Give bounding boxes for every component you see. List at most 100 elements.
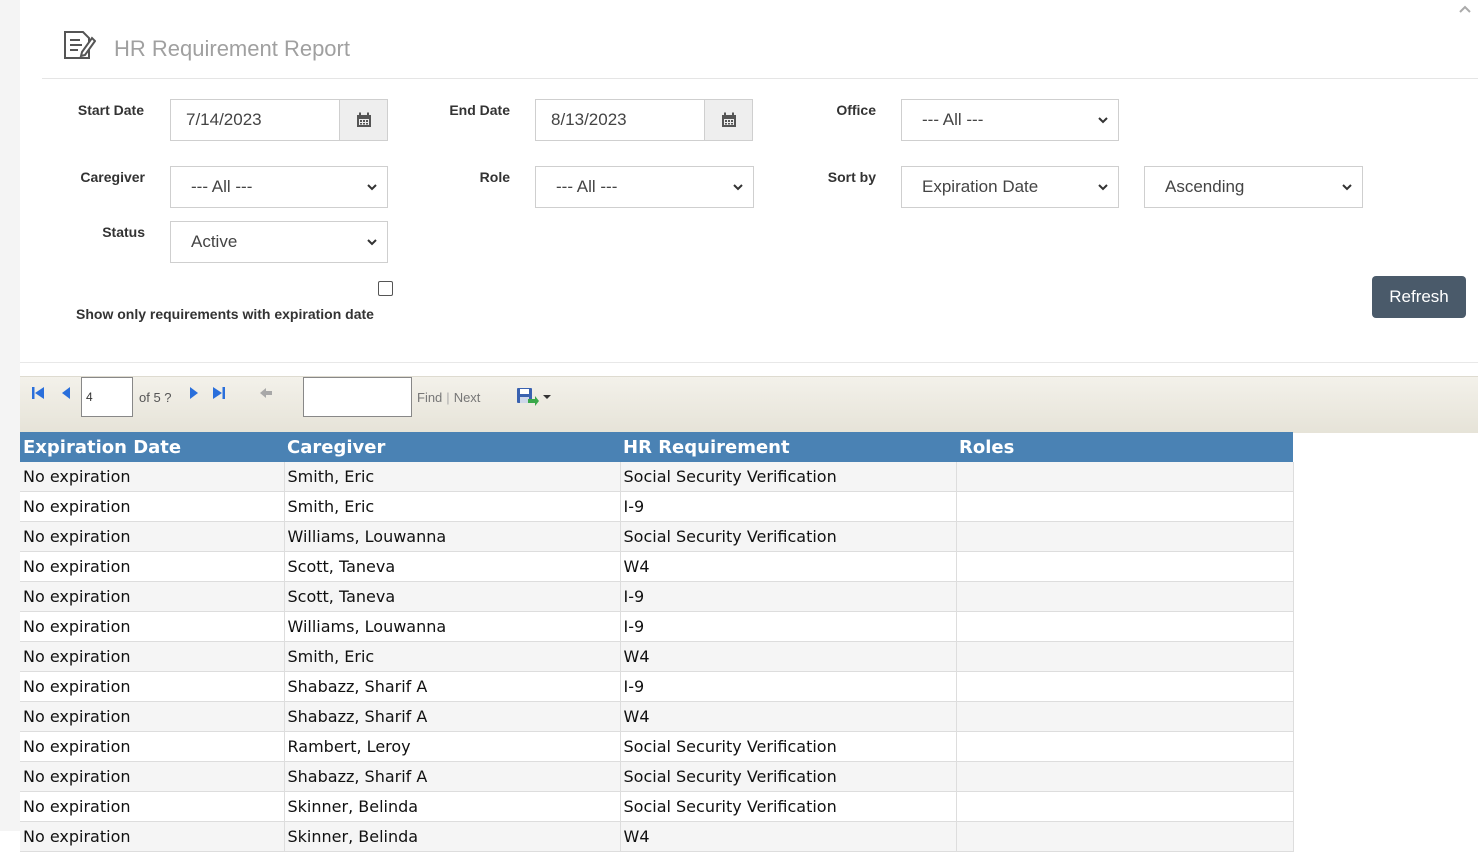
chevron-down-icon: [1098, 184, 1108, 191]
caregiver-select[interactable]: --- All ---: [170, 166, 388, 208]
cell-hr-requirement: Social Security Verification: [620, 761, 957, 792]
cell-caregiver: Smith, Eric: [284, 462, 621, 492]
table-row: No expiration Smith, Eric Social Security …: [20, 462, 1294, 492]
report-table: Expiration Date Caregiver HR Requirement…: [20, 432, 1294, 852]
cell-hr-requirement: I-9: [620, 671, 957, 702]
cell-hr-requirement: I-9: [620, 581, 957, 612]
cell-hr-requirement: Social Security Verification: [620, 731, 957, 762]
filter-panel: HR Requirement Report Start Date 7/14/20…: [20, 0, 1478, 363]
cell-hr-requirement: Social Security Verification: [620, 791, 957, 822]
table-row: No expiration Shabazz, Sharif A W4: [20, 701, 1294, 732]
cell-caregiver: Shabazz, Sharif A: [284, 701, 621, 732]
calendar-icon: [356, 112, 371, 127]
cell-roles: [956, 521, 1294, 552]
chevron-down-icon: [367, 184, 377, 191]
cell-roles: [956, 462, 1294, 492]
chevron-down-icon: [733, 184, 743, 191]
cell-expiration-date: No expiration: [20, 671, 285, 702]
left-gutter: [0, 0, 20, 831]
calendar-icon: [721, 112, 736, 127]
sort-by-label: Sort by: [827, 169, 876, 185]
start-date-input[interactable]: 7/14/2023: [170, 99, 340, 141]
cell-caregiver: Smith, Eric: [284, 491, 621, 522]
find-links: Find | Next: [417, 390, 481, 405]
end-date-calendar-button[interactable]: [704, 99, 753, 141]
cell-caregiver: Shabazz, Sharif A: [284, 761, 621, 792]
report-edit-icon: [62, 26, 97, 62]
cell-hr-requirement: W4: [620, 821, 957, 852]
status-label: Status: [102, 224, 145, 240]
caregiver-select-value: --- All ---: [191, 177, 253, 196]
chevron-down-icon: [1098, 117, 1108, 124]
table-row: No expiration Smith, Eric W4: [20, 641, 1294, 672]
role-label: Role: [479, 169, 510, 185]
table-row: No expiration Scott, Taneva W4: [20, 551, 1294, 582]
office-select[interactable]: --- All ---: [901, 99, 1119, 141]
role-select[interactable]: --- All ---: [535, 166, 754, 208]
page-number-input[interactable]: 4: [81, 377, 133, 417]
next-page-icon[interactable]: [186, 385, 202, 401]
cell-expiration-date: No expiration: [20, 462, 285, 492]
cell-caregiver: Williams, Louwanna: [284, 521, 621, 552]
caregiver-label: Caregiver: [80, 169, 145, 185]
table-row: No expiration Williams, Louwanna I-9: [20, 611, 1294, 642]
cell-roles: [956, 821, 1294, 852]
column-header-caregiver[interactable]: Caregiver: [284, 432, 620, 462]
back-arrow-icon[interactable]: [258, 385, 274, 401]
table-row: No expiration Shabazz, Sharif A I-9: [20, 671, 1294, 702]
column-header-roles[interactable]: Roles: [956, 432, 1293, 462]
office-label: Office: [836, 102, 876, 118]
previous-page-icon[interactable]: [58, 385, 74, 401]
end-date-input[interactable]: 8/13/2023: [535, 99, 705, 141]
table-body: No expiration Smith, Eric Social Security …: [20, 462, 1294, 852]
cell-hr-requirement: W4: [620, 641, 957, 672]
status-select-value: Active: [191, 232, 238, 251]
table-row: No expiration Scott, Taneva I-9: [20, 581, 1294, 612]
start-date-label: Start Date: [77, 102, 144, 118]
cell-roles: [956, 761, 1294, 792]
cell-caregiver: Shabazz, Sharif A: [284, 671, 621, 702]
table-row: No expiration Smith, Eric I-9: [20, 491, 1294, 522]
title-divider: [42, 78, 1478, 79]
find-text-input[interactable]: [303, 377, 412, 417]
table-row: No expiration Skinner, Belinda W4: [20, 821, 1294, 852]
sort-by-select[interactable]: Expiration Date: [901, 166, 1119, 208]
cell-hr-requirement: W4: [620, 551, 957, 582]
sort-order-select[interactable]: Ascending: [1144, 166, 1363, 208]
page-count-label: of 5 ?: [139, 390, 172, 405]
column-header-expiration-date[interactable]: Expiration Date: [20, 432, 284, 462]
last-page-icon[interactable]: [211, 385, 227, 401]
refresh-button[interactable]: Refresh: [1372, 276, 1466, 318]
cell-roles: [956, 641, 1294, 672]
column-header-hr-requirement[interactable]: HR Requirement: [620, 432, 956, 462]
find-link[interactable]: Find: [417, 390, 442, 405]
cell-expiration-date: No expiration: [20, 551, 285, 582]
cell-expiration-date: No expiration: [20, 791, 285, 822]
cell-caregiver: Skinner, Belinda: [284, 821, 621, 852]
cell-roles: [956, 791, 1294, 822]
cell-expiration-date: No expiration: [20, 761, 285, 792]
cell-expiration-date: No expiration: [20, 581, 285, 612]
sort-by-select-value: Expiration Date: [922, 177, 1039, 196]
table-row: No expiration Williams, Louwanna Social Se…: [20, 521, 1294, 552]
cell-expiration-date: No expiration: [20, 521, 285, 552]
cell-expiration-date: No expiration: [20, 821, 285, 852]
start-date-calendar-button[interactable]: [339, 99, 388, 141]
cell-hr-requirement: I-9: [620, 491, 957, 522]
export-save-icon[interactable]: [516, 387, 556, 407]
expiration-only-checkbox[interactable]: [378, 281, 393, 296]
table-row: No expiration Shabazz, Sharif A Social Sec…: [20, 761, 1294, 792]
cell-caregiver: Scott, Taneva: [284, 551, 621, 582]
next-link[interactable]: Next: [454, 390, 481, 405]
cell-caregiver: Scott, Taneva: [284, 581, 621, 612]
expiration-only-label: Show only requirements with expiration d…: [76, 306, 374, 322]
cell-expiration-date: No expiration: [20, 731, 285, 762]
office-select-value: --- All ---: [922, 110, 984, 129]
cell-roles: [956, 671, 1294, 702]
collapse-chevron-up-icon[interactable]: [1458, 2, 1474, 16]
table-row: No expiration Rambert, Leroy Social Securi…: [20, 731, 1294, 762]
first-page-icon[interactable]: [30, 385, 46, 401]
status-select[interactable]: Active: [170, 221, 388, 263]
cell-caregiver: Smith, Eric: [284, 641, 621, 672]
end-date-label: End Date: [449, 102, 510, 118]
